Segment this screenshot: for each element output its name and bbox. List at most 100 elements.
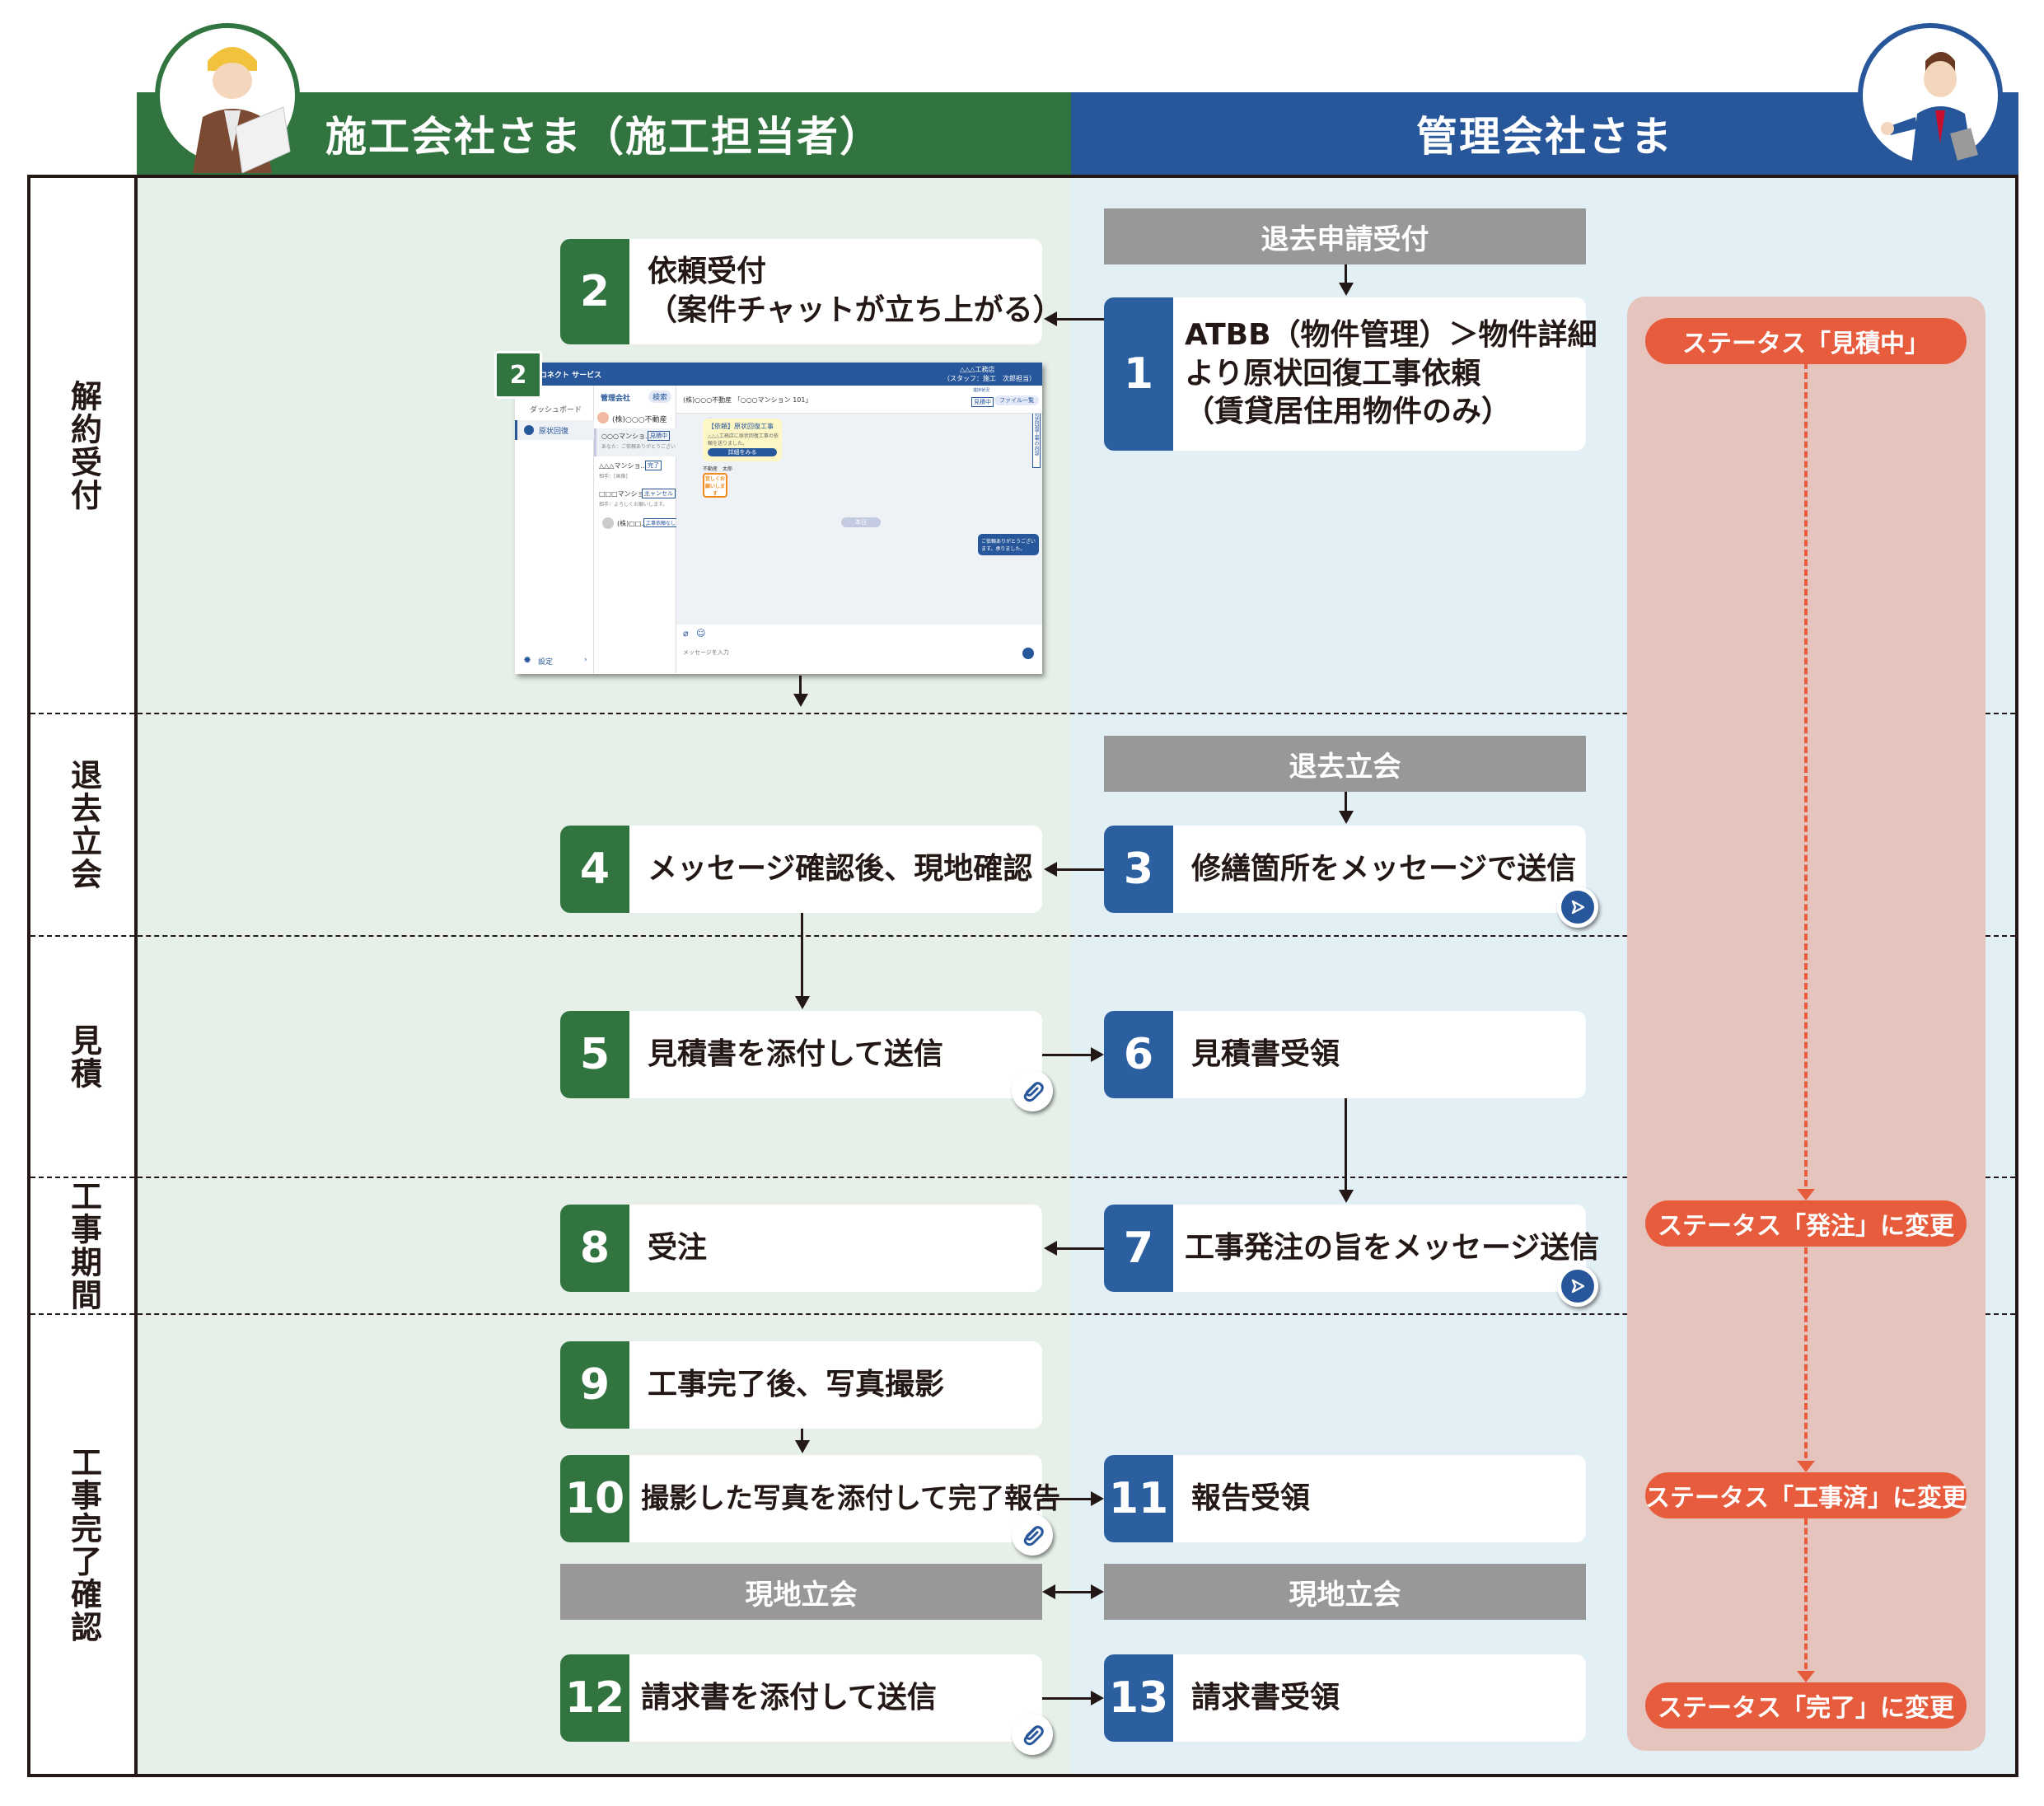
file-list-button[interactable]: ファイル一覧	[994, 395, 1039, 405]
conversation-name: ○○○マンショ...	[601, 433, 652, 440]
conversation-status: 見積中	[648, 431, 670, 441]
step-text-line: （案件チャットが立ち上がる）	[648, 293, 1063, 327]
step-3-card: 3 修繕箇所をメッセージで送信	[1104, 826, 1586, 913]
step-text-line: 請求書受領	[1191, 1680, 1340, 1715]
status-pill-ordered: ステータス「発注」に変更	[1645, 1200, 1967, 1247]
step-number: 2	[560, 239, 629, 344]
arrow-line	[1056, 318, 1104, 320]
step-number: 11	[1104, 1455, 1173, 1542]
send-icon	[1557, 1266, 1598, 1307]
gray-header-move-out-request: 退去申請受付	[1104, 208, 1586, 264]
app-title: コネクト サービス	[540, 372, 602, 380]
arrow-right-icon	[1091, 1691, 1104, 1705]
conversation-item[interactable]: □□□マンショ... キャンセル 相手：よろしくお願いします。	[594, 486, 676, 512]
chat-app-screenshot: コネクト サービス △△△工務店 （スタッフ：施工 次郎担当） ダッシュボード …	[515, 363, 1042, 674]
step-6-card: 6 見積書受領	[1104, 1011, 1586, 1098]
step-number: 5	[560, 1011, 629, 1098]
sender-name: 不動産 太郎	[703, 466, 733, 472]
paperclip-icon	[1012, 1070, 1053, 1111]
message-composer: ⌀ ☺	[676, 625, 1042, 674]
detail-side-tab[interactable]: 原状回復工事の内容	[1032, 410, 1041, 468]
search-button[interactable]: 検索	[648, 391, 672, 403]
gray-header-label: 現地立会	[745, 1578, 858, 1612]
nav-settings[interactable]: 設定	[538, 656, 553, 667]
send-icon	[1557, 887, 1598, 928]
conversation-item[interactable]: ○○○マンショ... 見積中 あなた：ご依頼ありがとうございます。...	[594, 428, 695, 456]
step-number: 9	[560, 1341, 629, 1429]
step-9-card: 9 工事完了後、写真撮影	[560, 1341, 1042, 1429]
message-input[interactable]	[681, 649, 998, 657]
arrow-line	[1345, 792, 1347, 812]
gray-header-site-inspection-manager: 現地立会	[1104, 1564, 1586, 1620]
progress-status: 見積中	[971, 397, 994, 407]
step-number: 3	[1104, 826, 1173, 913]
step-text-line: （賃貸居住用物件のみ）	[1185, 395, 1512, 429]
conversation-status: 完了	[645, 461, 662, 470]
step-text-line: 撮影した写真を添付して完了報告	[641, 1481, 1060, 1515]
conversation-status: キャンセル	[642, 489, 676, 498]
date-separator: 本日	[841, 517, 881, 527]
company-name[interactable]: (株)○○○不動産	[612, 414, 667, 424]
arrow-down-icon	[795, 996, 810, 1009]
nav-restoration[interactable]: 原状回復	[515, 420, 594, 440]
arrow-left-icon	[1044, 311, 1057, 326]
step-text-line: 受注	[648, 1230, 708, 1265]
conversation-item[interactable]: △△△マンショ... 完了 相手：[画像]	[594, 458, 676, 484]
step-number: 1	[1104, 297, 1173, 451]
gray-header-label: 退去申請受付	[1261, 222, 1429, 256]
building-icon	[602, 517, 614, 529]
arrow-left-icon	[1044, 1241, 1057, 1256]
status-connector	[1804, 1247, 1808, 1458]
step-text-line: 見積書受領	[1191, 1036, 1340, 1071]
send-icon[interactable]	[1022, 648, 1034, 659]
detail-button[interactable]: 詳細をみる	[708, 448, 777, 456]
step-2-card: 2 依頼受付 （案件チャットが立ち上がる）	[560, 239, 1063, 344]
arrow-right-icon	[1091, 1584, 1104, 1599]
step-7-card: 7 工事発注の旨をメッセージ送信	[1104, 1205, 1599, 1292]
arrow-line	[1042, 1054, 1092, 1056]
nav-restoration-label: 原状回復	[539, 428, 569, 436]
step-12-card: 12 請求書を添付して送信	[560, 1654, 1042, 1742]
arrow-right-icon	[1091, 1491, 1104, 1506]
step-13-card: 13 請求書受領	[1104, 1654, 1586, 1742]
screenshot-step-badge: 2	[494, 351, 542, 399]
step-number: 13	[1104, 1654, 1173, 1742]
gray-header-site-inspection-contractor: 現地立会	[560, 1564, 1042, 1620]
conversation-preview: 相手：よろしくお願いします。	[599, 502, 668, 508]
step-1-card: 1 ATBB（物件管理）＞物件詳細 より原状回復工事依頼 （賃貸居住用物件のみ）	[1104, 297, 1597, 451]
step-number: 4	[560, 826, 629, 913]
status-arrow-down-icon	[1797, 1461, 1815, 1472]
phase-label-move-out-inspection: 退去立会	[65, 759, 102, 891]
request-message: 【依頼】原状回復工事 △△△工務店に原状回復工事の依頼を送りました。 詳細をみる	[703, 419, 782, 461]
status-connector	[1804, 363, 1808, 1186]
arrow-right-icon	[1091, 1047, 1104, 1062]
status-connector	[1804, 1518, 1808, 1669]
gray-header-label: 現地立会	[1289, 1578, 1401, 1612]
request-body: △△△工務店に原状回復工事の依頼を送りました。	[708, 433, 779, 447]
arrow-line	[1056, 1247, 1104, 1250]
arrow-left-icon	[1044, 862, 1057, 877]
step-text-line: 依頼受付	[648, 255, 767, 289]
step-number: 8	[560, 1205, 629, 1292]
restoration-icon	[524, 425, 534, 435]
arrow-line	[1042, 1498, 1092, 1500]
nav-dashboard[interactable]: ダッシュボード	[530, 404, 582, 414]
contractor-lane-title: 施工会社さま（施工担当者）	[325, 113, 882, 161]
phase-label-completion-check: 工事完了確認	[65, 1445, 102, 1644]
app-sidebar: ダッシュボード 原状回復 ✹ 設定 ›	[515, 386, 594, 674]
arrow-down-icon	[793, 694, 808, 707]
manager-lane-title: 管理会社さま	[1416, 113, 1673, 161]
app-topbar: コネクト サービス △△△工務店 （スタッフ：施工 次郎担当）	[515, 363, 1042, 386]
reply-message: ご依頼ありがとうございます。承りました。	[978, 534, 1039, 555]
phase-label-cancellation: 解約受付	[65, 379, 102, 512]
user-company: △△△工務店	[960, 366, 995, 373]
step-8-card: 8 受注	[560, 1205, 1042, 1292]
emoji-icon[interactable]: ☺	[696, 628, 705, 639]
progress-label: 進捗状況	[973, 388, 990, 393]
step-10-card: 10 撮影した写真を添付して完了報告	[560, 1455, 1060, 1542]
step-text-line: 工事発注の旨をメッセージ送信	[1185, 1230, 1600, 1265]
other-company-status: 工事依頼なし	[643, 518, 679, 527]
paperclip-icon[interactable]: ⌀	[683, 628, 689, 639]
step-text-line: より原状回復工事依頼	[1185, 356, 1481, 391]
conversation-list: 管理会社 検索 (株)○○○不動産 ○○○マンショ... 見積中 あなた：ご依頼…	[594, 386, 695, 674]
